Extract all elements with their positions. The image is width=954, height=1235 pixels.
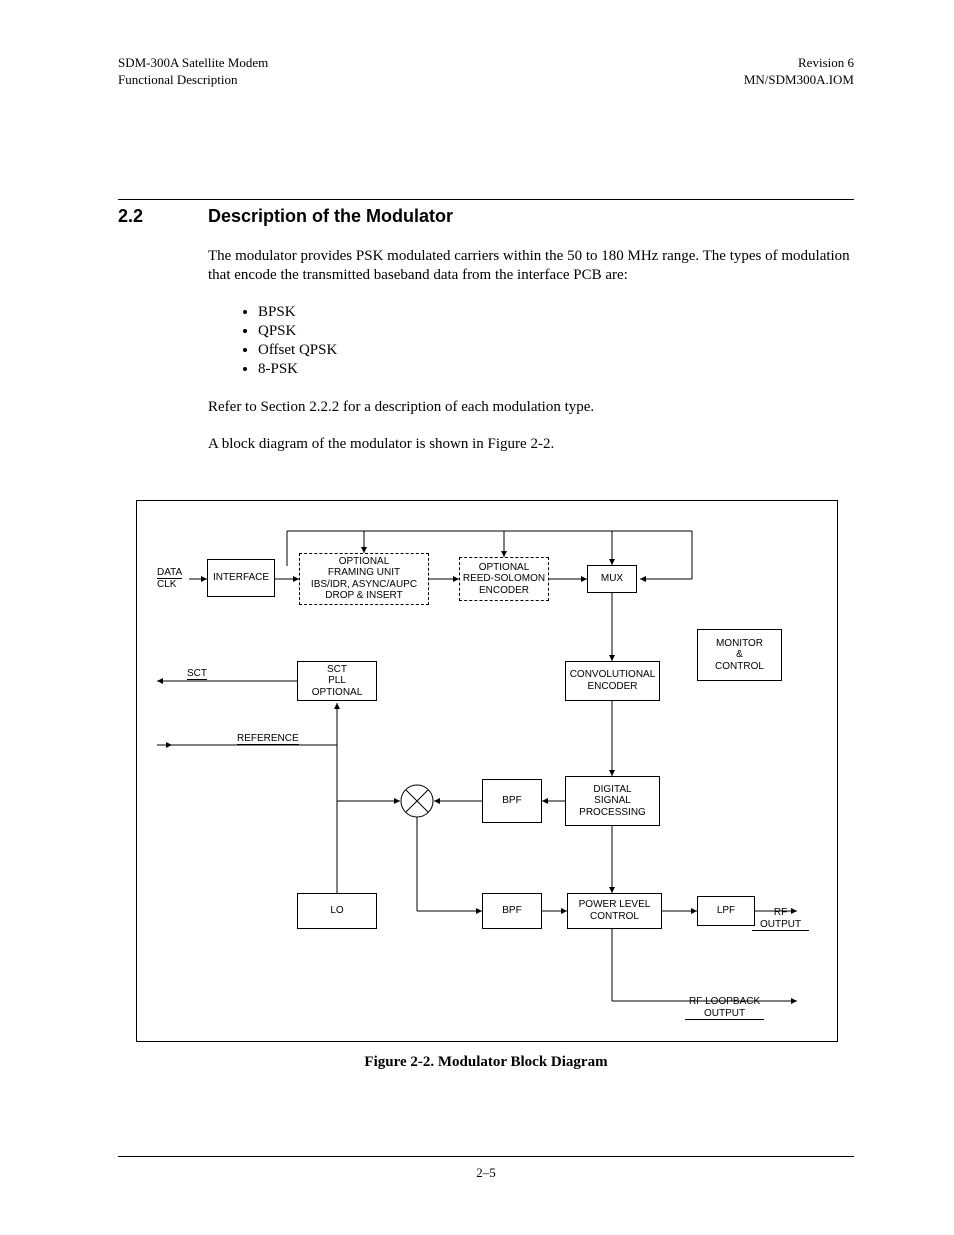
framing-block: OPTIONAL FRAMING UNIT IBS/IDR, ASYNC/AUP… — [299, 553, 429, 605]
paragraph-1: The modulator provides PSK modulated car… — [208, 247, 854, 286]
list-item: Offset QPSK — [258, 342, 854, 359]
section-heading: 2.2 Description of the Modulator — [118, 206, 854, 227]
bpf2-block: BPF — [482, 893, 542, 929]
list-item: 8-PSK — [258, 361, 854, 378]
bottom-rule — [118, 1156, 854, 1157]
lpf-block: LPF — [697, 896, 755, 926]
modulation-list: BPSK QPSK Offset QPSK 8-PSK — [248, 304, 854, 378]
mux-block: MUX — [587, 565, 637, 593]
header-right-line2: MN/SDM300A.IOM — [744, 72, 854, 89]
reed-solomon-block: OPTIONAL REED-SOLOMON ENCODER — [459, 557, 549, 601]
bpf-block: BPF — [482, 779, 542, 823]
list-item: QPSK — [258, 323, 854, 340]
monitor-control-block: MONITOR & CONTROL — [697, 629, 782, 681]
block-diagram: DATA CLK INTERFACE OPTIONAL FRAMING UNIT… — [136, 500, 838, 1042]
list-item: BPSK — [258, 304, 854, 321]
lo-block: LO — [297, 893, 377, 929]
sct-label: SCT — [187, 668, 207, 681]
top-rule — [118, 199, 854, 200]
paragraph-3: A block diagram of the modulator is show… — [208, 435, 854, 455]
section-title-text: Description of the Modulator — [208, 206, 453, 227]
rf-output-label: RF OUTPUT — [752, 896, 809, 932]
rf-loopback-label: RF LOOPBACK OUTPUT — [685, 985, 764, 1021]
interface-block: INTERFACE — [207, 559, 275, 597]
page-header: SDM-300A Satellite Modem Functional Desc… — [118, 55, 854, 89]
page-number: 2–5 — [118, 1165, 854, 1181]
reference-label: REFERENCE — [237, 733, 299, 746]
data-clk-label: DATA CLK — [157, 567, 182, 591]
conv-encoder-block: CONVOLUTIONAL ENCODER — [565, 661, 660, 701]
power-level-block: POWER LEVEL CONTROL — [567, 893, 662, 929]
figure-caption: Figure 2-2. Modulator Block Diagram — [136, 1054, 836, 1071]
header-right-line1: Revision 6 — [744, 55, 854, 72]
dsp-block: DIGITAL SIGNAL PROCESSING — [565, 776, 660, 826]
paragraph-2: Refer to Section 2.2.2 for a description… — [208, 398, 854, 418]
header-left-line1: SDM-300A Satellite Modem — [118, 55, 268, 72]
sct-pll-block: SCT PLL OPTIONAL — [297, 661, 377, 701]
section-number: 2.2 — [118, 206, 208, 227]
header-left-line2: Functional Description — [118, 72, 268, 89]
